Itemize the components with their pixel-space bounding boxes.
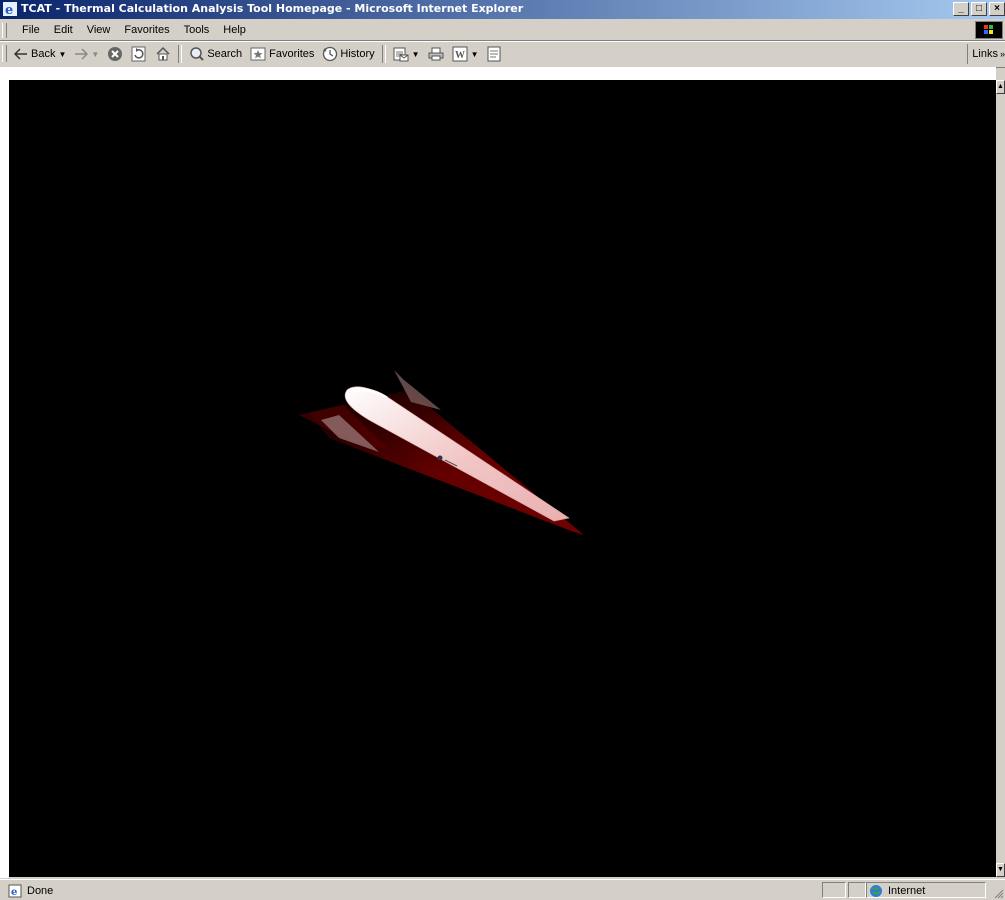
- content-top-margin: [9, 67, 996, 80]
- svg-text:e: e: [5, 3, 13, 16]
- ie-window: e TCAT - Thermal Calculation Analysis To…: [0, 0, 1005, 900]
- spaceplane-image: [299, 370, 584, 535]
- stop-icon: [108, 47, 123, 61]
- back-dropdown-icon[interactable]: ▼: [58, 50, 66, 59]
- minimize-button[interactable]: _: [953, 2, 969, 16]
- links-label: Links: [972, 48, 998, 60]
- menu-view[interactable]: View: [80, 23, 118, 37]
- forward-button[interactable]: ▼: [70, 44, 103, 64]
- history-button[interactable]: History: [318, 44, 378, 64]
- chevron-right-icon[interactable]: »: [1000, 49, 1005, 59]
- status-text: Done: [27, 884, 54, 897]
- forward-arrow-icon: [75, 48, 89, 60]
- page-done-icon: e: [8, 884, 22, 898]
- edit-word-button[interactable]: W ▼: [448, 44, 483, 64]
- mail-icon: [393, 47, 409, 62]
- vertical-scrollbar[interactable]: ▲ ▼: [996, 80, 1005, 877]
- refresh-button[interactable]: [127, 44, 151, 64]
- word-icon: W: [452, 46, 468, 62]
- edit-dropdown-icon[interactable]: ▼: [471, 50, 479, 59]
- search-button[interactable]: Search: [185, 44, 246, 64]
- status-panel: [822, 882, 846, 898]
- search-label: Search: [207, 48, 243, 60]
- toolbar-separator: [381, 45, 386, 63]
- ie-logo-icon: e: [3, 2, 17, 16]
- history-icon: [323, 46, 338, 62]
- document-icon: [487, 46, 500, 62]
- mail-button[interactable]: ▼: [389, 44, 424, 64]
- svg-text:e: e: [11, 887, 17, 898]
- zone-label: Internet: [888, 884, 926, 897]
- status-bar: e Done Internet: [0, 879, 1005, 900]
- maximize-button[interactable]: □: [971, 2, 987, 16]
- resize-grip-icon[interactable]: [994, 889, 1004, 899]
- windows-flag-icon: [984, 25, 993, 34]
- history-label: History: [340, 48, 375, 60]
- links-toolbar[interactable]: Links »: [967, 44, 1005, 64]
- menu-grip[interactable]: [2, 23, 7, 38]
- window-title: TCAT - Thermal Calculation Analysis Tool…: [21, 2, 524, 15]
- windows-logo-throbber: [975, 21, 1003, 39]
- menu-help[interactable]: Help: [216, 23, 253, 37]
- menu-edit[interactable]: Edit: [47, 23, 80, 37]
- title-bar[interactable]: e TCAT - Thermal Calculation Analysis To…: [0, 0, 1005, 19]
- mail-dropdown-icon[interactable]: ▼: [412, 50, 420, 59]
- globe-icon: [870, 884, 882, 897]
- menu-file[interactable]: File: [10, 23, 47, 37]
- standard-toolbar: Back ▼ ▼ Search Favorites History ▼ W ▼ …: [0, 41, 1005, 68]
- scroll-down-button[interactable]: ▼: [996, 863, 1005, 877]
- favorites-icon: [250, 47, 266, 61]
- content-left-margin: [0, 67, 9, 878]
- back-button[interactable]: Back ▼: [10, 44, 70, 64]
- discuss-button[interactable]: [483, 44, 505, 64]
- close-button[interactable]: ×: [989, 2, 1005, 16]
- favorites-button[interactable]: Favorites: [246, 44, 318, 64]
- printer-icon: [428, 47, 444, 61]
- page-content: [9, 80, 996, 877]
- scroll-up-button[interactable]: ▲: [996, 80, 1005, 94]
- svg-text:W: W: [455, 50, 465, 61]
- home-button[interactable]: [151, 44, 175, 64]
- refresh-icon: [131, 46, 146, 62]
- menu-favorites[interactable]: Favorites: [117, 23, 176, 37]
- forward-dropdown-icon[interactable]: ▼: [91, 50, 99, 59]
- menu-bar: File Edit View Favorites Tools Help: [0, 20, 1005, 41]
- home-icon: [156, 46, 170, 61]
- toolbar-separator: [178, 45, 183, 63]
- back-label: Back: [31, 48, 56, 60]
- print-button[interactable]: [424, 44, 448, 64]
- search-icon: [190, 47, 205, 61]
- toolbar-grip[interactable]: [2, 45, 7, 62]
- stop-button[interactable]: [103, 44, 127, 64]
- nasa-logo: [437, 455, 443, 461]
- menu-tools[interactable]: Tools: [177, 23, 217, 37]
- favorites-label: Favorites: [269, 48, 315, 60]
- status-panel: [848, 882, 866, 898]
- back-arrow-icon: [14, 48, 27, 60]
